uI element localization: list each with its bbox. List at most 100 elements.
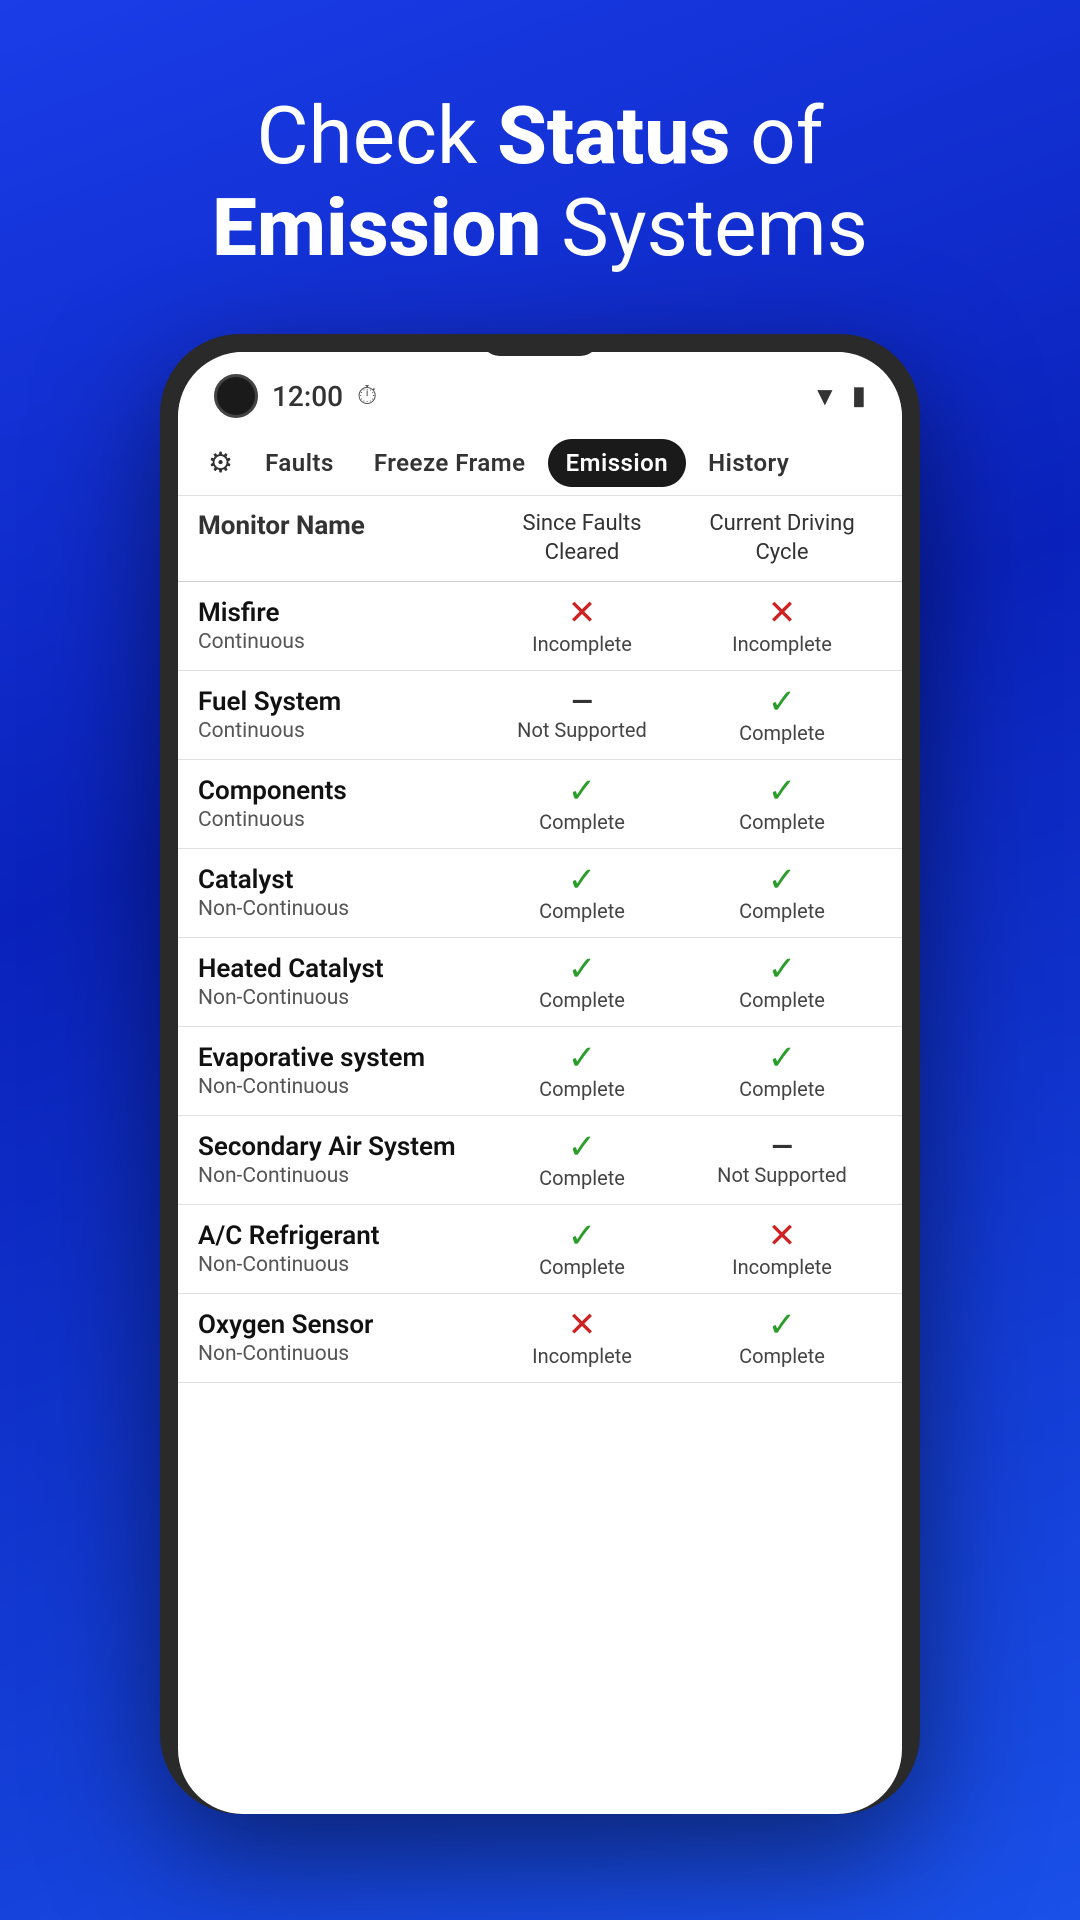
incomplete-icon: ✕ <box>568 1308 597 1342</box>
complete-icon: ✓ <box>568 863 597 897</box>
status-text: Complete <box>739 988 825 1012</box>
monitor-name-cell: Evaporative system Non-Continuous <box>198 1043 482 1099</box>
monitor-name-cell: Components Continuous <box>198 776 482 832</box>
status-text: Complete <box>739 721 825 745</box>
monitor-type: Non-Continuous <box>198 897 482 921</box>
monitor-name: Secondary Air System <box>198 1132 482 1162</box>
tab-obd-icon: ⚙ <box>198 438 243 487</box>
status-cell: — Not Supported <box>682 1133 882 1187</box>
monitor-name: A/C Refrigerant <box>198 1221 482 1251</box>
table-row: Misfire Continuous ✕ Incomplete ✕ Incomp… <box>178 582 902 671</box>
phone-screen: 12:00 ⏱ ▼ ▮ ⚙ Faults Freeze Frame Emissi… <box>178 352 902 1814</box>
not-supported-icon: — <box>571 688 592 716</box>
battery-icon: ▮ <box>852 381 866 411</box>
table-row: Fuel System Continuous — Not Supported ✓… <box>178 671 902 760</box>
status-text: Complete <box>539 810 625 834</box>
monitor-name-cell: Fuel System Continuous <box>198 687 482 743</box>
complete-icon: ✓ <box>568 1130 597 1164</box>
complete-icon: ✓ <box>568 1219 597 1253</box>
table-row: Components Continuous ✓ Complete ✓ Compl… <box>178 760 902 849</box>
status-text: Incomplete <box>532 1344 632 1368</box>
table-row: Catalyst Non-Continuous ✓ Complete ✓ Com… <box>178 849 902 938</box>
status-text: Complete <box>539 1077 625 1101</box>
monitor-name: Catalyst <box>198 865 482 895</box>
complete-icon: ✓ <box>568 952 597 986</box>
tab-history[interactable]: History <box>690 439 807 487</box>
table-row: Heated Catalyst Non-Continuous ✓ Complet… <box>178 938 902 1027</box>
status-text: Not Supported <box>717 1163 847 1187</box>
status-text: Complete <box>539 1166 625 1190</box>
status-cell: ✓ Complete <box>682 774 882 834</box>
col-current-cycle: Current DrivingCycle <box>682 510 882 567</box>
status-cell: ✕ Incomplete <box>682 596 882 656</box>
complete-icon: ✓ <box>768 685 797 719</box>
monitor-name: Components <box>198 776 482 806</box>
monitor-type: Continuous <box>198 630 482 654</box>
complete-icon: ✓ <box>768 1308 797 1342</box>
complete-icon: ✓ <box>568 774 597 808</box>
monitor-name-cell: Secondary Air System Non-Continuous <box>198 1132 482 1188</box>
monitor-type: Continuous <box>198 808 482 832</box>
status-cell: ✓ Complete <box>682 863 882 923</box>
table-row: Oxygen Sensor Non-Continuous ✕ Incomplet… <box>178 1294 902 1383</box>
monitor-name-cell: Heated Catalyst Non-Continuous <box>198 954 482 1010</box>
status-cell: ✓ Complete <box>482 952 682 1012</box>
incomplete-icon: ✕ <box>768 1219 797 1253</box>
status-cell: ✕ Incomplete <box>682 1219 882 1279</box>
status-text: Complete <box>739 1077 825 1101</box>
monitor-type: Non-Continuous <box>198 1253 482 1277</box>
status-bar: 12:00 ⏱ ▼ ▮ <box>178 352 902 430</box>
status-text: Incomplete <box>732 1255 832 1279</box>
status-text: Incomplete <box>732 632 832 656</box>
col-since-faults: Since FaultsCleared <box>482 510 682 567</box>
monitor-name: Fuel System <box>198 687 482 717</box>
status-text: Complete <box>739 810 825 834</box>
status-text: Complete <box>539 988 625 1012</box>
monitor-name: Evaporative system <box>198 1043 482 1073</box>
time-display: 12:00 <box>272 380 343 413</box>
status-cell: ✓ Complete <box>482 1130 682 1190</box>
monitor-type: Non-Continuous <box>198 986 482 1010</box>
table-row: A/C Refrigerant Non-Continuous ✓ Complet… <box>178 1205 902 1294</box>
tab-faults[interactable]: Faults <box>247 439 352 487</box>
status-cell: — Not Supported <box>482 688 682 742</box>
status-cell: ✓ Complete <box>682 1308 882 1368</box>
complete-icon: ✓ <box>768 774 797 808</box>
table-header: Monitor Name Since FaultsCleared Current… <box>178 496 902 582</box>
status-text: Complete <box>739 1344 825 1368</box>
monitor-name-cell: Oxygen Sensor Non-Continuous <box>198 1310 482 1366</box>
tab-emission[interactable]: Emission <box>548 439 687 487</box>
status-text: Complete <box>739 899 825 923</box>
phone-notch <box>480 334 600 356</box>
monitor-type: Non-Continuous <box>198 1075 482 1099</box>
table-row: Evaporative system Non-Continuous ✓ Comp… <box>178 1027 902 1116</box>
status-cell: ✕ Incomplete <box>482 1308 682 1368</box>
status-cell: ✓ Complete <box>482 774 682 834</box>
complete-icon: ✓ <box>768 952 797 986</box>
hero-title: Check Status of Emission Systems <box>152 90 928 274</box>
monitor-type: Non-Continuous <box>198 1164 482 1188</box>
monitor-name-cell: Catalyst Non-Continuous <box>198 865 482 921</box>
phone-frame: 12:00 ⏱ ▼ ▮ ⚙ Faults Freeze Frame Emissi… <box>160 334 920 1814</box>
col-monitor-name: Monitor Name <box>198 510 482 567</box>
tab-bar: ⚙ Faults Freeze Frame Emission History <box>178 430 902 496</box>
not-supported-icon: — <box>771 1133 792 1161</box>
monitor-name-cell: Misfire Continuous <box>198 598 482 654</box>
status-cell: ✓ Complete <box>682 1041 882 1101</box>
status-cell: ✓ Complete <box>482 863 682 923</box>
status-text: Complete <box>539 1255 625 1279</box>
complete-icon: ✓ <box>568 1041 597 1075</box>
incomplete-icon: ✕ <box>568 596 597 630</box>
status-text: Complete <box>539 899 625 923</box>
status-cell: ✓ Complete <box>482 1041 682 1101</box>
status-text: Incomplete <box>532 632 632 656</box>
complete-icon: ✓ <box>768 863 797 897</box>
obd-icon: ⏱ <box>357 381 377 412</box>
monitor-type: Non-Continuous <box>198 1342 482 1366</box>
status-cell: ✓ Complete <box>482 1219 682 1279</box>
table-row: Secondary Air System Non-Continuous ✓ Co… <box>178 1116 902 1205</box>
tab-freeze-frame[interactable]: Freeze Frame <box>356 439 544 487</box>
status-text: Not Supported <box>517 718 647 742</box>
complete-icon: ✓ <box>768 1041 797 1075</box>
monitor-name: Oxygen Sensor <box>198 1310 482 1340</box>
